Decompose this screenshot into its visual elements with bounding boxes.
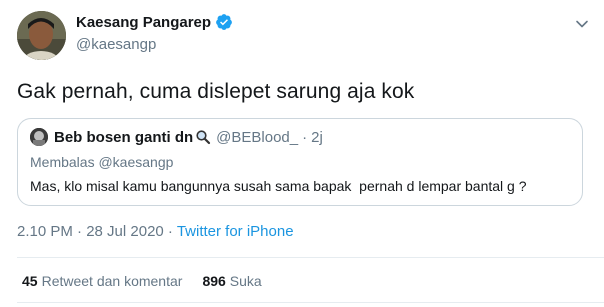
likes-label: Suka [229, 273, 262, 289]
quoted-time: 2j [311, 128, 323, 146]
author-avatar[interactable] [17, 11, 66, 60]
magnifier-icon [195, 129, 211, 145]
quoted-reply-to: Membalas @kaesangp [30, 154, 174, 170]
likes-count: 896 [202, 273, 226, 289]
retweets-label: Retweet dan komentar [41, 273, 183, 289]
quoted-author-avatar [30, 128, 48, 146]
quoted-text: Mas, klo misal kamu bangunnya susah sama… [30, 178, 527, 194]
quoted-author-handle: @BEBlood_ [216, 128, 299, 146]
quoted-separator: · [302, 128, 308, 146]
verified-badge-icon [215, 13, 233, 31]
tweet-source-link[interactable]: Twitter for iPhone [177, 223, 294, 240]
tweet-meta: 2.10 PM · 28 Jul 2020 · Twitter for iPho… [17, 223, 294, 240]
quoted-tweet-card[interactable]: Beb bosen ganti dn @BEBlood_ · 2j Membal… [17, 118, 583, 206]
quoted-tweet-header: Beb bosen ganti dn @BEBlood_ · 2j [30, 128, 323, 146]
retweets-count: 45 [22, 273, 38, 289]
chevron-down-icon[interactable] [574, 16, 590, 32]
divider [17, 257, 604, 258]
author-handle[interactable]: @kaesangp [76, 36, 156, 53]
author-name-row: Kaesang Pangarep [76, 13, 233, 31]
quoted-author-name: Beb bosen ganti dn [54, 128, 194, 146]
tweet-stats: 45 Retweet dan komentar 896 Suka [22, 273, 282, 289]
author-display-name[interactable]: Kaesang Pangarep [76, 14, 211, 31]
likes-stat[interactable]: 896 Suka [202, 273, 261, 289]
retweets-stat[interactable]: 45 Retweet dan komentar [22, 273, 182, 289]
tweet-timestamp[interactable]: 2.10 PM · 28 Jul 2020 · [17, 223, 177, 240]
divider-bottom [17, 302, 604, 303]
tweet-text: Gak pernah, cuma dislepet sarung aja kok [17, 80, 415, 103]
